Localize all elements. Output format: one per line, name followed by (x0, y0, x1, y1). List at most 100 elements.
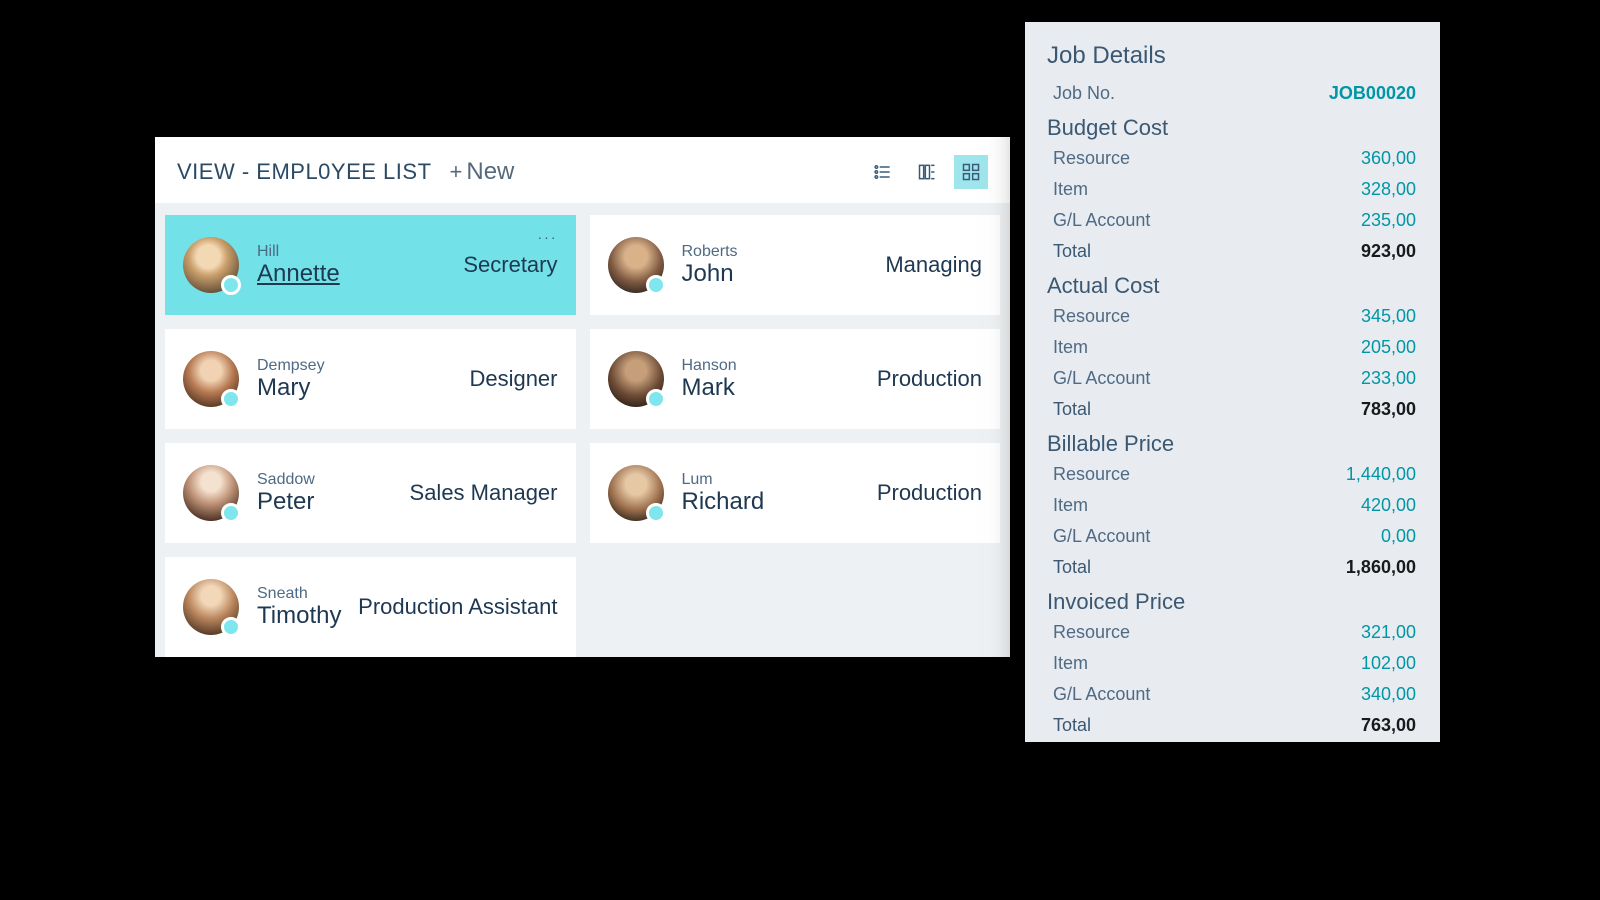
cost-row-value: 360,00 (1361, 148, 1416, 169)
cost-total-value: 923,00 (1361, 241, 1416, 262)
view-list-button[interactable] (866, 155, 900, 189)
cost-row-label: Item (1053, 653, 1088, 674)
job-number-row[interactable]: Job No. JOB00020 (1047, 78, 1418, 109)
cost-row-value: 233,00 (1361, 368, 1416, 389)
cost-row[interactable]: Item 328,00 (1047, 174, 1418, 205)
cost-row[interactable]: G/L Account 235,00 (1047, 205, 1418, 236)
employee-role: Managing (885, 252, 982, 278)
employee-name: LumRichard (682, 471, 765, 515)
cost-row-label: Resource (1053, 306, 1130, 327)
view-switch (866, 155, 988, 189)
cost-row-label: G/L Account (1053, 368, 1150, 389)
cost-total-row: Total 923,00 (1047, 236, 1418, 267)
employee-first-name: Timothy (257, 603, 341, 629)
cost-row-value: 235,00 (1361, 210, 1416, 231)
avatar (608, 351, 664, 407)
cost-row-value: 328,00 (1361, 179, 1416, 200)
employee-first-name: Mary (257, 375, 325, 401)
page-title: VIEW - EMPL0YEE LIST (177, 159, 432, 185)
employee-last-name: Saddow (257, 471, 315, 489)
employee-card[interactable]: HansonMark Production (590, 329, 1001, 429)
cost-row[interactable]: Resource1,440,00 (1047, 459, 1418, 490)
cost-row[interactable]: Resource321,00 (1047, 617, 1418, 648)
cost-total-label: Total (1053, 241, 1091, 262)
cost-row[interactable]: Resource 360,00 (1047, 143, 1418, 174)
cost-row-label: Item (1053, 495, 1088, 516)
cost-row-value: 340,00 (1361, 684, 1416, 705)
columns-icon (917, 162, 937, 182)
employee-card[interactable]: SneathTimothy Production Assistant (165, 557, 576, 657)
cost-total-value: 763,00 (1361, 715, 1416, 736)
avatar (183, 465, 239, 521)
employee-name: DempseyMary (257, 357, 325, 401)
employee-card[interactable]: RobertsJohn Managing (590, 215, 1001, 315)
employee-grid: ··· HillAnnette Secretary RobertsJohn Managi… (155, 203, 1010, 669)
employee-card[interactable]: SaddowPeterSales Manager (165, 443, 576, 543)
cost-section-title: Invoiced Price (1047, 589, 1418, 615)
employee-role: Sales Manager (410, 480, 558, 506)
avatar (608, 465, 664, 521)
cost-section-title: Budget Cost (1047, 115, 1418, 141)
new-button[interactable]: + New (450, 158, 515, 186)
cost-row-value: 420,00 (1361, 495, 1416, 516)
job-number-label: Job No. (1053, 83, 1115, 104)
job-details-title: Job Details (1047, 42, 1418, 70)
cost-row[interactable]: G/L Account 340,00 (1047, 679, 1418, 710)
cost-row-label: Resource (1053, 464, 1130, 485)
avatar (183, 237, 239, 293)
cost-row-label: Item (1053, 179, 1088, 200)
cost-total-label: Total (1053, 557, 1091, 578)
employee-last-name: Roberts (682, 243, 738, 261)
cost-row-label: Resource (1053, 148, 1130, 169)
employee-first-name: Richard (682, 489, 765, 515)
cost-row[interactable]: Item102,00 (1047, 648, 1418, 679)
employee-card[interactable]: ··· HillAnnette Secretary (165, 215, 576, 315)
cost-row-label: G/L Account (1053, 210, 1150, 231)
list-icon (873, 162, 893, 182)
avatar (183, 351, 239, 407)
cost-row-value: 345,00 (1361, 306, 1416, 327)
employee-name: SneathTimothy (257, 585, 341, 629)
employee-card[interactable]: LumRichard Production (590, 443, 1001, 543)
cost-section-title: Billable Price (1047, 431, 1418, 457)
job-details-panel: Job Details Job No. JOB00020 Budget Cost… (1025, 22, 1440, 742)
view-tiles-button[interactable] (954, 155, 988, 189)
cost-total-row: Total 783,00 (1047, 394, 1418, 425)
cost-row-value: 0,00 (1381, 526, 1416, 547)
employee-card[interactable]: DempseyMaryDesigner (165, 329, 576, 429)
cost-row[interactable]: G/L Account 233,00 (1047, 363, 1418, 394)
avatar (608, 237, 664, 293)
card-actions-button[interactable]: ··· (538, 229, 558, 245)
cost-row-label: Item (1053, 337, 1088, 358)
employee-role: Secretary (463, 252, 557, 278)
cost-row[interactable]: G/L Account0,00 (1047, 521, 1418, 552)
employee-role: Production (877, 480, 982, 506)
cost-row-value: 205,00 (1361, 337, 1416, 358)
employee-last-name: Lum (682, 471, 765, 489)
employee-name: HansonMark (682, 357, 737, 401)
cost-total-label: Total (1053, 715, 1091, 736)
cost-total-row: Total 1,860,00 (1047, 552, 1418, 583)
employee-role: Production Assistant (358, 594, 557, 620)
cost-section-title: Actual Cost (1047, 273, 1418, 299)
employee-last-name: Dempsey (257, 357, 325, 375)
new-button-label: New (466, 158, 514, 186)
employee-first-name: John (682, 261, 738, 287)
cost-total-value: 1,860,00 (1346, 557, 1416, 578)
cost-row[interactable]: Item 420,00 (1047, 490, 1418, 521)
cost-total-label: Total (1053, 399, 1091, 420)
employee-first-name: Annette (257, 261, 340, 287)
job-number-value: JOB00020 (1329, 83, 1416, 104)
cost-total-value: 783,00 (1361, 399, 1416, 420)
cost-row[interactable]: Item 205,00 (1047, 332, 1418, 363)
cost-row-label: G/L Account (1053, 684, 1150, 705)
employee-role: Production (877, 366, 982, 392)
cost-total-row: Total 763,00 (1047, 710, 1418, 741)
employee-last-name: Hill (257, 243, 340, 261)
tiles-icon (961, 162, 981, 182)
employee-list-panel: VIEW - EMPL0YEE LIST + New (155, 137, 1010, 657)
view-columns-button[interactable] (910, 155, 944, 189)
cost-row[interactable]: Resource 345,00 (1047, 301, 1418, 332)
avatar (183, 579, 239, 635)
cost-row-label: Resource (1053, 622, 1130, 643)
